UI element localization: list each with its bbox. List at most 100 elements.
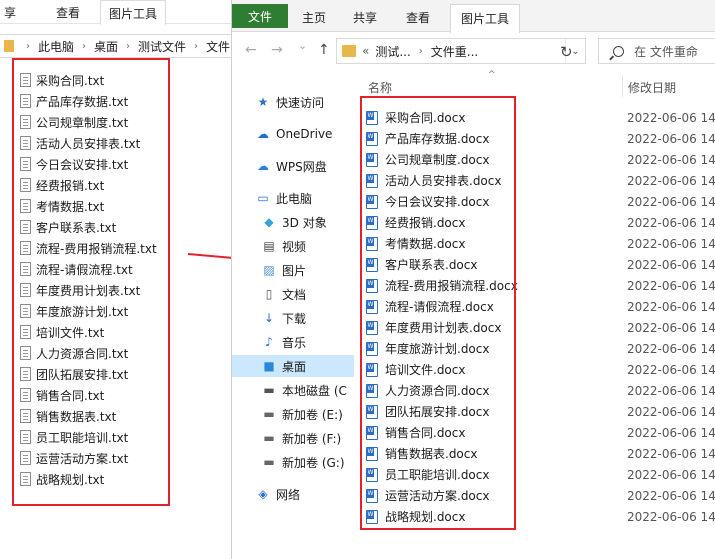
address-overflow[interactable]: « bbox=[362, 44, 369, 58]
nav-label: 文档 bbox=[282, 287, 307, 302]
nav-label: 网络 bbox=[276, 487, 301, 502]
file-modified-date: 2022-06-06 14: bbox=[627, 341, 715, 356]
txt-file-item[interactable]: 销售合同.txt bbox=[20, 385, 104, 405]
tab-picture-tools[interactable]: 图片工具 bbox=[450, 4, 521, 33]
up-arrow-icon[interactable]: ↑ bbox=[318, 42, 330, 58]
txt-file-item[interactable]: 流程-费用报销流程.txt bbox=[20, 238, 157, 258]
column-header-name[interactable]: 名称 bbox=[368, 79, 392, 96]
back-arrow-icon[interactable]: ← bbox=[245, 42, 257, 58]
txt-file-item[interactable]: 流程-请假流程.txt bbox=[20, 259, 133, 279]
nav-item[interactable]: ◆ 3D 对象 bbox=[232, 211, 354, 233]
address-bar[interactable]: « 测试... › 文件重... ⌄ bbox=[336, 38, 586, 64]
back-tab-view[interactable]: 查看 bbox=[56, 4, 80, 21]
crumb-this-pc[interactable]: 此电脑 bbox=[38, 38, 74, 55]
txt-file-item[interactable]: 考情数据.txt bbox=[20, 196, 104, 216]
txt-file-item[interactable]: 团队拓展安排.txt bbox=[20, 364, 128, 384]
nav-label: 桌面 bbox=[282, 359, 307, 374]
nav-item[interactable]: ☁ OneDrive bbox=[232, 123, 354, 145]
txt-file-item[interactable]: 人力资源合同.txt bbox=[20, 343, 128, 363]
file-name: 流程-费用报销流程.txt bbox=[36, 241, 157, 256]
txt-file-item[interactable]: 经费报销.txt bbox=[20, 175, 104, 195]
music-icon: ♪ bbox=[265, 335, 273, 349]
disk-icon: ▬ bbox=[263, 383, 275, 397]
txt-file-item[interactable]: 年度旅游计划.txt bbox=[20, 301, 128, 321]
document-icon: ▯ bbox=[265, 287, 273, 301]
tab-view[interactable]: 查看 bbox=[406, 9, 430, 26]
column-divider[interactable] bbox=[622, 75, 623, 97]
txt-file-item[interactable]: 采购合同.txt bbox=[20, 70, 104, 90]
file-modified-date: 2022-06-06 14: bbox=[627, 509, 715, 524]
nav-item[interactable]: ▯ 文档 bbox=[232, 283, 354, 305]
file-content-pane: ^ 名称 修改日期 采购合同.docx2022-06-06 14:产品库存数据.… bbox=[354, 69, 715, 559]
desktop-icon: ■ bbox=[263, 359, 275, 373]
nav-item[interactable]: ■ 桌面 bbox=[232, 355, 354, 377]
txt-file-item[interactable]: 培训文件.txt bbox=[20, 322, 104, 342]
forward-arrow-icon[interactable]: → bbox=[271, 42, 283, 58]
file-name: 采购合同.txt bbox=[36, 73, 105, 88]
back-tab-picture-tools[interactable]: 图片工具 bbox=[100, 0, 167, 25]
drive-icon: ▬ bbox=[263, 407, 275, 421]
file-modified-date: 2022-06-06 14: bbox=[627, 194, 715, 209]
nav-item[interactable]: ★ 快速访问 bbox=[232, 91, 354, 113]
drive-icon: ▬ bbox=[263, 431, 275, 445]
back-address-bar[interactable]: › 此电脑 › 桌面 › 测试文件 › 文件 bbox=[0, 34, 236, 58]
search-box[interactable]: 在 文件重命 bbox=[598, 38, 715, 64]
crumb-test-files[interactable]: 测试文件 bbox=[138, 38, 186, 55]
nav-item[interactable]: ▬ 新加卷 (F:) bbox=[232, 427, 354, 449]
chevron-right-icon: › bbox=[126, 40, 131, 52]
txt-file-item[interactable]: 产品库存数据.txt bbox=[20, 91, 128, 111]
file-modified-date: 2022-06-06 14: bbox=[627, 467, 715, 482]
tab-file[interactable]: 文件 bbox=[232, 4, 288, 28]
file-name: 团队拓展安排.txt bbox=[36, 367, 129, 382]
nav-item[interactable]: ▤ 视频 bbox=[232, 235, 354, 257]
txt-file-list-highlight: 采购合同.txt 产品库存数据.txt 公司规章制度.txt 活动人员安排表.txt 今… bbox=[12, 58, 170, 506]
refresh-icon[interactable]: ↻ bbox=[560, 43, 573, 61]
column-header-date[interactable]: 修改日期 bbox=[628, 79, 676, 96]
txt-file-item[interactable]: 运营活动方案.txt bbox=[20, 448, 128, 468]
search-icon bbox=[613, 45, 624, 57]
nav-item[interactable]: ♪ 音乐 bbox=[232, 331, 354, 353]
nav-item[interactable]: ▭ 此电脑 bbox=[232, 187, 354, 209]
txt-file-item[interactable]: 战略规划.txt bbox=[20, 469, 104, 489]
file-modified-date: 2022-06-06 14: bbox=[627, 152, 715, 167]
cloud-icon: ☁ bbox=[257, 127, 269, 141]
crumb-desktop[interactable]: 桌面 bbox=[94, 38, 118, 55]
crumb-rename[interactable]: 文件重... bbox=[431, 43, 478, 60]
nav-item[interactable]: ▨ 图片 bbox=[232, 259, 354, 281]
txt-file-item[interactable]: 年度费用计划表.txt bbox=[20, 280, 140, 300]
navigation-bar: ← → ⌄ ↑ « 测试... › 文件重... ⌄ ↻ 在 文件重命 bbox=[232, 33, 715, 69]
file-modified-date: 2022-06-06 14: bbox=[627, 425, 715, 440]
file-modified-date: 2022-06-06 14: bbox=[627, 446, 715, 461]
nav-item[interactable]: ▬ 本地磁盘 (C bbox=[232, 379, 354, 401]
file-modified-date: 2022-06-06 14: bbox=[627, 299, 715, 314]
file-modified-date: 2022-06-06 14: bbox=[627, 383, 715, 398]
txt-file-item[interactable]: 活动人员安排表.txt bbox=[20, 133, 140, 153]
file-modified-date: 2022-06-06 14: bbox=[627, 278, 715, 293]
wps-cloud-icon: ☁ bbox=[257, 159, 269, 173]
nav-item[interactable]: ☁ WPS网盘 bbox=[232, 155, 354, 177]
tab-home[interactable]: 主页 bbox=[302, 9, 326, 26]
text-file-icon bbox=[20, 451, 31, 465]
nav-item[interactable]: ◈ 网络 bbox=[232, 483, 354, 505]
cube-icon: ◆ bbox=[264, 215, 274, 229]
nav-item[interactable]: ▬ 新加卷 (E:) bbox=[232, 403, 354, 425]
crumb-test[interactable]: 测试... bbox=[375, 43, 410, 60]
nav-label: 视频 bbox=[282, 239, 307, 254]
recent-dropdown-icon[interactable]: ⌄ bbox=[298, 39, 307, 52]
tab-share[interactable]: 共享 bbox=[353, 9, 377, 26]
chevron-right-icon: › bbox=[82, 40, 87, 52]
txt-file-item[interactable]: 销售数据表.txt bbox=[20, 406, 116, 426]
txt-file-item[interactable]: 客户联系表.txt bbox=[20, 217, 116, 237]
txt-file-item[interactable]: 今日会议安排.txt bbox=[20, 154, 128, 174]
back-ribbon: 享 查看 图片工具 bbox=[0, 0, 236, 25]
nav-item[interactable]: ↓ 下载 bbox=[232, 307, 354, 329]
picture-icon: ▨ bbox=[263, 263, 275, 277]
crumb-files[interactable]: 文件 bbox=[206, 38, 230, 55]
back-tab-share[interactable]: 享 bbox=[4, 4, 16, 21]
nav-item[interactable]: ▬ 新加卷 (G:) bbox=[232, 451, 354, 473]
txt-file-item[interactable]: 公司规章制度.txt bbox=[20, 112, 128, 132]
nav-label: 3D 对象 bbox=[282, 215, 327, 230]
file-modified-date: 2022-06-06 14: bbox=[627, 257, 715, 272]
chevron-right-icon: › bbox=[194, 40, 199, 52]
txt-file-item[interactable]: 员工职能培训.txt bbox=[20, 427, 128, 447]
